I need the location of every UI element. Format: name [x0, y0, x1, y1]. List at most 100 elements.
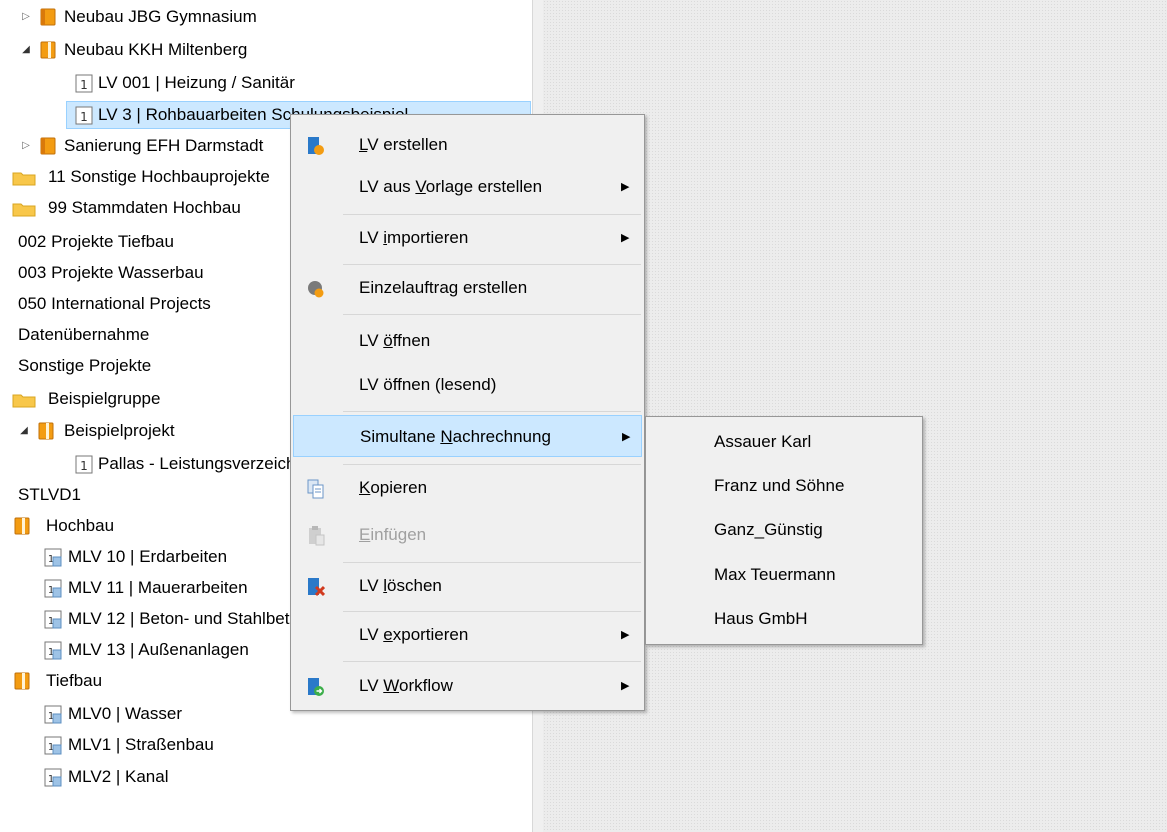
submenu-item-franz[interactable]: Franz und Söhne: [714, 466, 844, 506]
collapse-arrow-icon[interactable]: ◢: [20, 37, 32, 63]
submenu-item-haus[interactable]: Haus GmbH: [714, 599, 808, 639]
collapse-arrow-icon[interactable]: ◢: [18, 418, 30, 444]
submenu-arrow-icon: ▶: [622, 431, 631, 443]
tree-item-050[interactable]: 050 International Projects: [18, 291, 211, 317]
menu-label: LV öffnen (lesend): [359, 375, 497, 394]
menu-label: ffnen: [392, 331, 431, 350]
tree-item-neubau-kkh[interactable]: ◢ Neubau KKH Miltenberg: [0, 37, 530, 63]
open-book-icon: [14, 517, 30, 535]
master-document-icon: 1: [44, 736, 62, 755]
tree-item-mlv1[interactable]: 1 MLV1 | Straßenbau: [0, 732, 530, 758]
menu-label: orkflow: [399, 676, 453, 695]
menu-item-lv-oeffnen[interactable]: LV öffnen: [293, 320, 642, 362]
tree-item-mlv2[interactable]: 1 MLV2 | Kanal: [0, 764, 530, 790]
menu-label: LV: [359, 625, 384, 644]
delete-lv-icon: [308, 578, 325, 597]
folder-icon: [12, 394, 36, 408]
book-icon: [40, 8, 56, 26]
submenu-arrow-icon: ▶: [621, 232, 630, 244]
expand-arrow-icon[interactable]: ▷: [20, 133, 32, 159]
menu-item-lv-erstellen[interactable]: LV erstellen: [293, 124, 642, 166]
master-document-icon: 1: [44, 579, 62, 598]
menu-item-lv-workflow[interactable]: LV Workflow ▶: [293, 665, 642, 707]
menu-label: LV: [359, 228, 384, 247]
menu-label: opieren: [370, 478, 428, 497]
expand-arrow-icon[interactable]: ▷: [20, 4, 32, 30]
menu-separator: [343, 611, 641, 612]
menu-label: Einzelauftrag erstellen: [359, 278, 528, 297]
tree-item-lv-001[interactable]: 1 LV 001 | Heizung / Sanitär: [0, 70, 530, 96]
menu-label: Simultane: [360, 427, 441, 446]
tree-item-label: MLV1 | Straßenbau: [68, 735, 214, 754]
menu-item-lv-aus-vorlage[interactable]: LV aus Vorlage erstellen ▶: [293, 166, 642, 208]
tree-item-002[interactable]: 002 Projekte Tiefbau: [18, 229, 174, 255]
menu-label: V erstellen: [367, 135, 448, 154]
folder-icon: [12, 172, 36, 186]
tree-item-label: 050 International Projects: [18, 294, 211, 313]
tree-item-label: 003 Projekte Wasserbau: [18, 263, 204, 282]
tree-item-label: Sanierung EFH Darmstadt: [64, 136, 264, 155]
accelerator-key: N: [440, 427, 453, 446]
tree-item-label: Datenübernahme: [18, 325, 150, 344]
master-document-icon: 1: [44, 768, 62, 787]
menu-item-lv-loeschen[interactable]: LV löschen: [293, 565, 642, 607]
book-icon: [40, 137, 56, 155]
workflow-icon: [308, 678, 324, 696]
tree-item-label: MLV0 | Wasser: [68, 704, 182, 723]
submenu-item-teuermann[interactable]: Max Teuermann: [714, 555, 836, 595]
submenu-arrow-icon: ▶: [621, 181, 630, 193]
menu-item-lv-oeffnen-lesend[interactable]: LV öffnen (lesend): [293, 364, 642, 406]
submenu-item-assauer[interactable]: Assauer Karl: [714, 422, 811, 462]
document-1-icon: 1: [75, 106, 93, 125]
menu-item-kopieren[interactable]: Kopieren: [293, 467, 642, 509]
context-menu: LV erstellen LV aus Vorlage erstellen ▶ …: [290, 114, 645, 711]
menu-label: achrechnung: [452, 427, 551, 446]
tree-item-stlvd1[interactable]: STLVD1: [18, 482, 81, 508]
tree-item-label: MLV 10 | Erdarbeiten: [68, 547, 228, 566]
menu-separator: [343, 562, 641, 563]
submenu-item-ganz[interactable]: Ganz_Günstig: [714, 510, 823, 550]
accelerator-key: V: [415, 177, 426, 196]
menu-label: LV: [359, 676, 384, 695]
menu-item-lv-importieren[interactable]: LV importieren ▶: [293, 217, 642, 259]
new-lv-icon: [308, 137, 324, 155]
copy-icon: [307, 479, 324, 499]
menu-item-lv-exportieren[interactable]: LV exportieren ▶: [293, 614, 642, 656]
paste-icon: [309, 526, 325, 546]
tree-item-003[interactable]: 003 Projekte Wasserbau: [18, 260, 204, 286]
order-icon: [308, 281, 324, 298]
menu-separator: [343, 661, 641, 662]
menu-item-simultane-nachrechnung[interactable]: Simultane Nachrechnung ▶: [293, 415, 642, 457]
master-document-icon: 1: [44, 705, 62, 724]
accelerator-key: e: [383, 625, 393, 644]
tree-item-label: MLV 12 | Beton- und Stahlbeton: [68, 609, 309, 628]
tree-item-neubau-jbg[interactable]: ▷ Neubau JBG Gymnasium: [0, 4, 530, 30]
menu-label: orlage erstellen: [425, 177, 543, 196]
menu-separator: [343, 464, 641, 465]
tree-item-label: 002 Projekte Tiefbau: [18, 232, 174, 251]
svg-text:1: 1: [80, 110, 88, 124]
open-book-icon: [38, 422, 54, 440]
tree-item-sonstige[interactable]: Sonstige Projekte: [18, 353, 151, 379]
tree-item-label: 11 Sonstige Hochbauprojekte: [48, 167, 270, 186]
menu-separator: [343, 314, 641, 315]
tree-item-label: Pallas - Leistungsverzeichnis: [98, 454, 318, 473]
menu-separator: [343, 264, 641, 265]
document-1-icon: 1: [75, 74, 93, 93]
accelerator-key: K: [359, 478, 371, 497]
open-book-icon: [14, 672, 30, 690]
tree-item-label: Tiefbau: [46, 671, 103, 690]
accelerator-key: ö: [383, 331, 393, 350]
tree-item-label: Neubau KKH Miltenberg: [64, 40, 248, 59]
menu-label: xportieren: [392, 625, 469, 644]
menu-label: LV: [359, 331, 384, 350]
accelerator-key: E: [359, 525, 371, 544]
accelerator-key: W: [383, 676, 400, 695]
svg-text:1: 1: [80, 459, 88, 473]
menu-item-einzelauftrag[interactable]: Einzelauftrag erstellen: [293, 267, 642, 309]
tree-item-datenuebernahme[interactable]: Datenübernahme: [18, 322, 149, 348]
tree-item-label: MLV 13 | Außenanlagen: [68, 640, 249, 659]
menu-label: LV aus: [359, 177, 416, 196]
menu-label: LV: [359, 576, 384, 595]
accelerator-key: L: [359, 135, 368, 154]
